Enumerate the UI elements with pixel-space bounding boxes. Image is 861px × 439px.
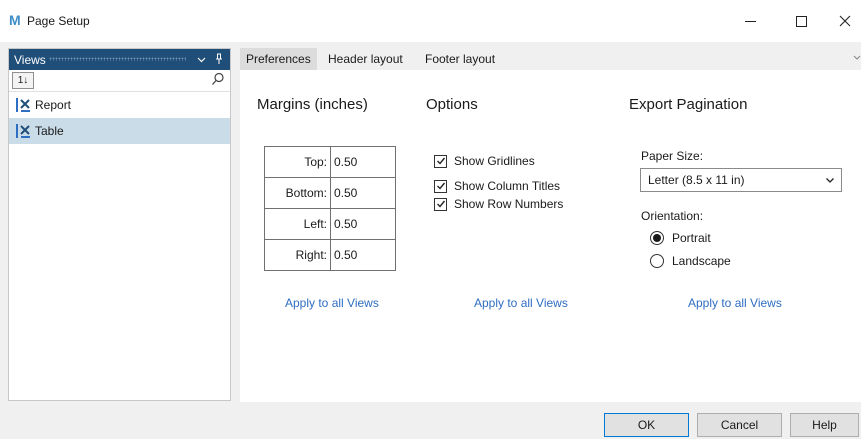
orientation-portrait-radio[interactable]: Portrait (650, 231, 711, 245)
margin-row-right: Right: 0.50 (264, 239, 396, 271)
paper-size-select[interactable]: Letter (8.5 x 11 in) (640, 168, 842, 192)
radio-button[interactable] (650, 254, 664, 268)
tab-preferences[interactable]: Preferences (240, 48, 317, 70)
checkbox-box[interactable] (434, 154, 447, 168)
views-panel-title: Views (14, 52, 46, 67)
view-item-label: Report (35, 98, 72, 112)
margin-row-top: Top: 0.50 (264, 146, 396, 178)
minimize-button[interactable] (727, 0, 773, 42)
margin-label: Left: (264, 208, 331, 240)
export-pagination-title: Export Pagination (629, 96, 748, 113)
paper-size-label: Paper Size: (641, 149, 704, 163)
checkbox-label: Show Gridlines (454, 154, 535, 168)
chevron-down-icon (826, 178, 834, 183)
tab-bar: Preferences Header layout Footer layout (240, 48, 861, 70)
view-item-table[interactable]: Table (9, 118, 230, 144)
margin-row-bottom: Bottom: 0.50 (264, 177, 396, 209)
close-button[interactable] (822, 0, 861, 42)
check-icon (436, 157, 445, 165)
views-search-input[interactable] (37, 72, 197, 89)
margin-label: Right: (264, 239, 331, 271)
close-icon (839, 15, 851, 27)
margin-left-field[interactable]: 0.50 (330, 208, 396, 240)
checkbox-label: Show Column Titles (454, 179, 561, 193)
title-bar: M Page Setup (0, 0, 861, 42)
help-button[interactable]: Help (790, 413, 859, 437)
margin-row-left: Left: 0.50 (264, 208, 396, 240)
orientation-label: Orientation: (641, 209, 704, 223)
paper-size-value: Letter (8.5 x 11 in) (648, 173, 745, 187)
checkbox-box[interactable] (434, 197, 447, 211)
radio-label: Portrait (672, 231, 711, 245)
checkbox-label: Show Row Numbers (454, 197, 564, 211)
margin-top-field[interactable]: 0.50 (330, 146, 396, 178)
tabs-overflow-icon[interactable] (853, 53, 861, 61)
chevron-down-icon[interactable] (197, 55, 206, 64)
radio-button[interactable] (650, 231, 664, 245)
margin-label: Bottom: (264, 177, 331, 209)
options-apply-all-link[interactable]: Apply to all Views (474, 296, 568, 310)
view-icon (16, 124, 30, 138)
maximize-icon (795, 15, 807, 27)
check-icon (436, 182, 445, 190)
pin-icon[interactable] (215, 53, 223, 65)
checkbox-box[interactable] (434, 179, 447, 193)
show-column-titles-checkbox[interactable]: Show Column Titles (434, 179, 560, 193)
views-panel: Views 1↓ Report Table (8, 48, 231, 401)
window-title: Page Setup (27, 14, 90, 28)
sort-icon: 1↓ (17, 75, 29, 86)
margins-title: Margins (inches) (257, 96, 368, 113)
margin-label: Top: (264, 146, 331, 178)
margin-right-field[interactable]: 0.50 (330, 239, 396, 271)
view-item-label: Table (35, 124, 64, 138)
view-icon (16, 98, 30, 112)
check-icon (436, 200, 445, 208)
cancel-button[interactable]: Cancel (697, 413, 782, 437)
export-apply-all-link[interactable]: Apply to all Views (688, 296, 782, 310)
options-title: Options (426, 96, 478, 113)
maximize-button[interactable] (778, 0, 824, 42)
margins-apply-all-link[interactable]: Apply to all Views (285, 296, 379, 310)
drag-grip[interactable] (49, 57, 186, 61)
margin-bottom-field[interactable]: 0.50 (330, 177, 396, 209)
view-item-report[interactable]: Report (9, 92, 230, 118)
minimize-icon (744, 20, 756, 22)
search-icon[interactable] (211, 72, 225, 86)
sort-button[interactable]: 1↓ (12, 72, 34, 89)
preferences-panel: Margins (inches) Top: 0.50 Bottom: 0.50 … (240, 70, 861, 402)
views-toolbar: 1↓ (9, 70, 230, 92)
tab-footer-layout[interactable]: Footer layout (419, 48, 501, 70)
app-logo: M (9, 12, 21, 28)
show-row-numbers-checkbox[interactable]: Show Row Numbers (434, 197, 563, 211)
views-panel-header: Views (9, 49, 230, 70)
orientation-landscape-radio[interactable]: Landscape (650, 254, 731, 268)
ok-button[interactable]: OK (604, 413, 689, 437)
show-gridlines-checkbox[interactable]: Show Gridlines (434, 154, 535, 168)
margins-table: Top: 0.50 Bottom: 0.50 Left: 0.50 Right:… (264, 146, 396, 271)
radio-label: Landscape (672, 254, 731, 268)
tab-header-layout[interactable]: Header layout (322, 48, 409, 70)
